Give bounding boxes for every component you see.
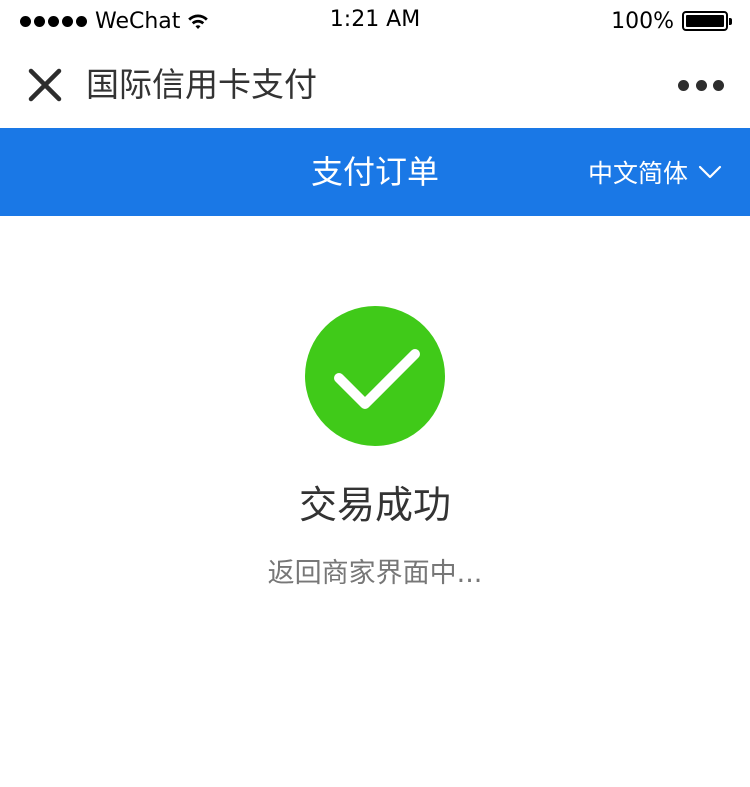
battery-icon [682, 11, 732, 31]
check-icon [334, 349, 420, 409]
order-header: 支付订单 中文简体 [0, 128, 750, 216]
page-title: 国际信用卡支付 [86, 65, 317, 104]
more-button[interactable] [678, 70, 724, 100]
close-button[interactable] [26, 66, 64, 104]
status-right: 100% [611, 7, 732, 35]
nav-bar: 国际信用卡支付 [0, 42, 750, 128]
redirect-message: 返回商家界面中... [267, 558, 483, 589]
chevron-down-icon [698, 165, 722, 179]
status-bar: WeChat 1:21 AM 100% [0, 0, 750, 42]
more-icon [678, 79, 689, 91]
success-title: 交易成功 [298, 483, 451, 527]
close-icon [28, 68, 62, 102]
battery-percent: 100% [611, 8, 674, 34]
success-circle [305, 306, 445, 446]
language-label: 中文简体 [587, 159, 688, 188]
language-select[interactable]: 中文简体 [588, 128, 722, 216]
